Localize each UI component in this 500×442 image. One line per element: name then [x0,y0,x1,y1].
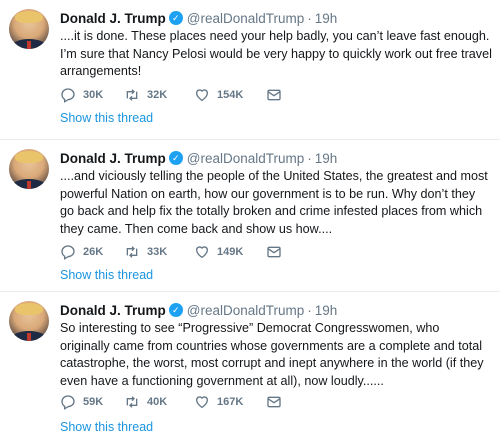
retweet-icon [126,246,138,258]
tweet-text: So interesting to see “Progressive” Demo… [60,321,484,388]
reply-icon [61,88,75,103]
like-count: 167K [217,396,244,408]
reply-count: 59K [83,396,104,408]
tweet[interactable]: Donald J. Trump ✓ @realDonaldTrump · 19h… [0,0,500,140]
dm-button[interactable] [266,394,289,410]
user-handle[interactable]: @realDonaldTrump [187,151,305,166]
reply-icon [61,245,75,260]
retweet-count: 33K [147,246,168,258]
tweet[interactable]: Donald J. Trump ✓ @realDonaldTrump · 19h… [0,292,500,442]
like-button[interactable]: 154K [194,87,266,103]
like-button[interactable]: 167K [194,394,266,410]
tweet-actions: 26K 33K 149K [60,243,289,261]
verified-badge-icon: ✓ [168,303,183,317]
tweet-actions: 30K 32K 154K [60,86,289,104]
envelope-icon [267,89,281,101]
reply-button[interactable]: 30K [60,87,124,103]
display-name[interactable]: Donald J. Trump [60,151,166,166]
reply-count: 26K [83,246,104,258]
heart-icon [195,396,209,409]
reply-count: 30K [83,89,104,101]
avatar[interactable] [9,9,49,49]
tweet[interactable]: Donald J. Trump ✓ @realDonaldTrump · 19h… [0,140,500,292]
avatar[interactable] [9,301,49,341]
retweet-icon [126,396,138,408]
tweet-feed: Donald J. Trump ✓ @realDonaldTrump · 19h… [0,0,500,442]
separator: · [307,10,312,26]
timestamp[interactable]: 19h [315,303,338,318]
tweet-text: ....and viciously telling the people of … [60,169,488,236]
reply-button[interactable]: 26K [60,244,124,260]
tweet-text: ....it is done. These places need your h… [60,29,492,78]
display-name[interactable]: Donald J. Trump [60,11,166,26]
retweet-icon [126,89,138,101]
verified-badge-icon: ✓ [168,11,183,25]
dm-button[interactable] [266,244,289,260]
tweet-header: Donald J. Trump ✓ @realDonaldTrump · 19h [60,301,337,319]
tweet-header: Donald J. Trump ✓ @realDonaldTrump · 19h [60,149,337,167]
like-count: 154K [217,89,244,101]
user-handle[interactable]: @realDonaldTrump [187,303,305,318]
timestamp[interactable]: 19h [315,11,338,26]
separator: · [307,150,312,166]
retweet-button[interactable]: 32K [124,87,194,103]
tweet-header: Donald J. Trump ✓ @realDonaldTrump · 19h [60,9,337,27]
show-thread-link[interactable]: Show this thread [60,268,153,282]
avatar[interactable] [9,149,49,189]
dm-button[interactable] [266,87,289,103]
display-name[interactable]: Donald J. Trump [60,303,166,318]
tweet-actions: 59K 40K 167K [60,393,289,411]
reply-button[interactable]: 59K [60,394,124,410]
heart-icon [195,246,209,259]
reply-icon [61,395,75,410]
show-thread-link[interactable]: Show this thread [60,111,153,125]
timestamp[interactable]: 19h [315,151,338,166]
show-thread-link[interactable]: Show this thread [60,420,153,434]
retweet-count: 32K [147,89,168,101]
separator: · [307,302,312,318]
like-count: 149K [217,246,244,258]
retweet-button[interactable]: 33K [124,244,194,260]
retweet-count: 40K [147,396,168,408]
retweet-button[interactable]: 40K [124,394,194,410]
like-button[interactable]: 149K [194,244,266,260]
verified-badge-icon: ✓ [168,151,183,165]
heart-icon [195,89,209,102]
user-handle[interactable]: @realDonaldTrump [187,11,305,26]
envelope-icon [267,246,281,258]
envelope-icon [267,396,281,408]
